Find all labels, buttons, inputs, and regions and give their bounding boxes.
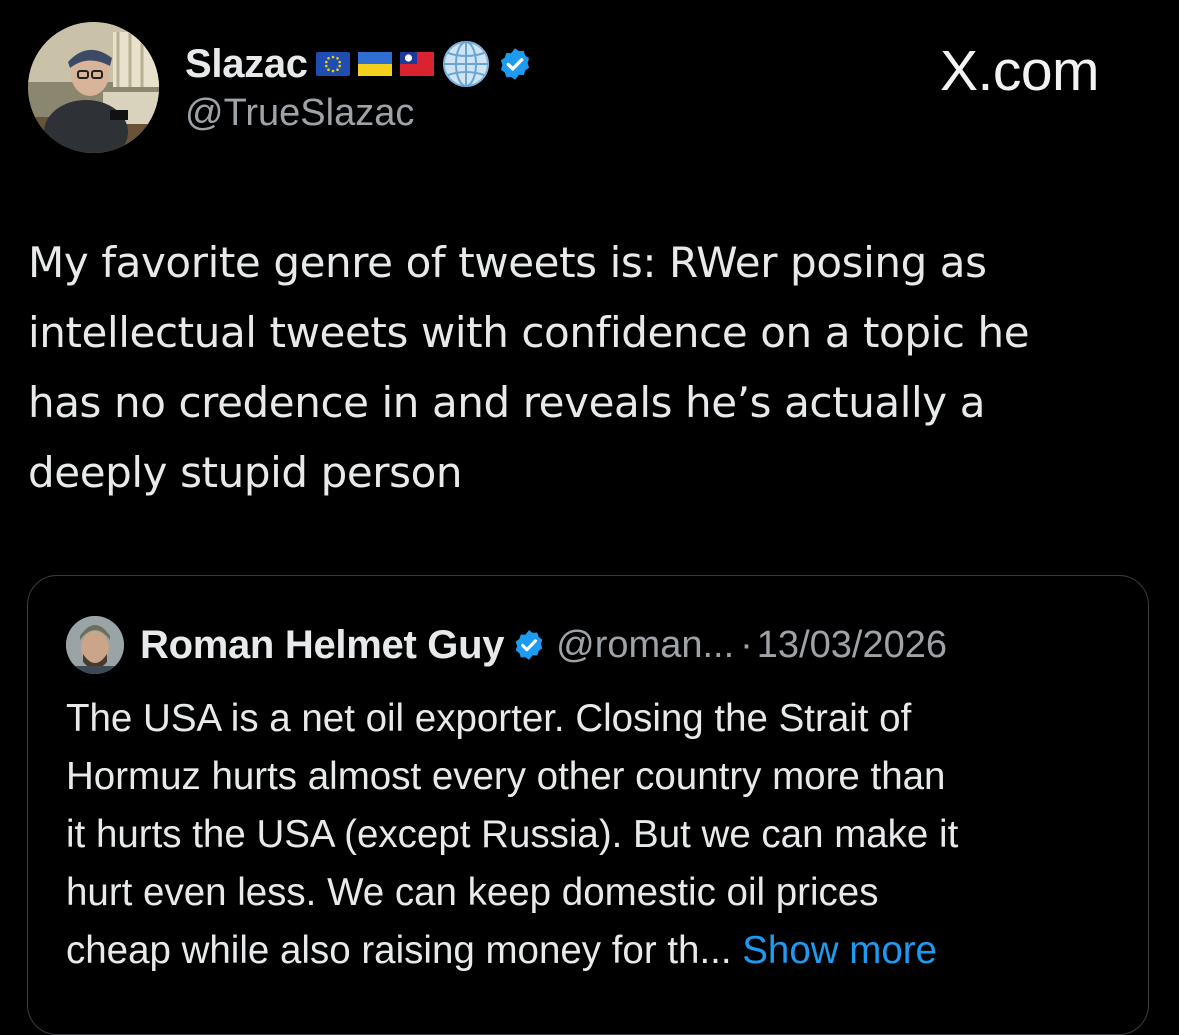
quoted-author-avatar[interactable] (66, 616, 124, 674)
author-name-row: Slazac (185, 38, 533, 90)
quoted-meta-separator: · (740, 623, 753, 666)
x-com-watermark: X.com (940, 39, 1100, 103)
quoted-verified-badge-icon (515, 630, 543, 660)
author-display-name[interactable]: Slazac (185, 42, 308, 87)
author-handle[interactable]: @TrueSlazac (185, 92, 414, 135)
globe-icon (441, 39, 491, 89)
author-avatar-image (28, 22, 159, 153)
quoted-tweet-date[interactable]: 13/03/2026 (757, 624, 947, 667)
tweet-header: Slazac @TrueSlazac X.com (28, 22, 1148, 157)
taiwan-flag-icon (399, 50, 434, 78)
quoted-author-display-name[interactable]: Roman Helmet Guy (140, 623, 504, 668)
ukraine-flag-icon (357, 50, 392, 78)
quoted-tweet-header: Roman Helmet Guy @roman... · 13/03/2026 (66, 616, 947, 674)
quoted-tweet-text: The USA is a net oil exporter. Closing t… (66, 690, 1126, 980)
quoted-author-avatar-image (66, 616, 124, 674)
tweet-text: My favorite genre of tweets is: RWer pos… (28, 238, 1030, 497)
quoted-author-handle[interactable]: @roman... (556, 624, 734, 667)
eu-flag-icon (315, 50, 350, 78)
show-more-link[interactable]: Show more (742, 929, 937, 972)
quoted-tweet-card[interactable]: Roman Helmet Guy @roman... · 13/03/2026 … (27, 575, 1149, 1035)
verified-badge-icon (497, 46, 533, 82)
author-avatar[interactable] (28, 22, 159, 153)
